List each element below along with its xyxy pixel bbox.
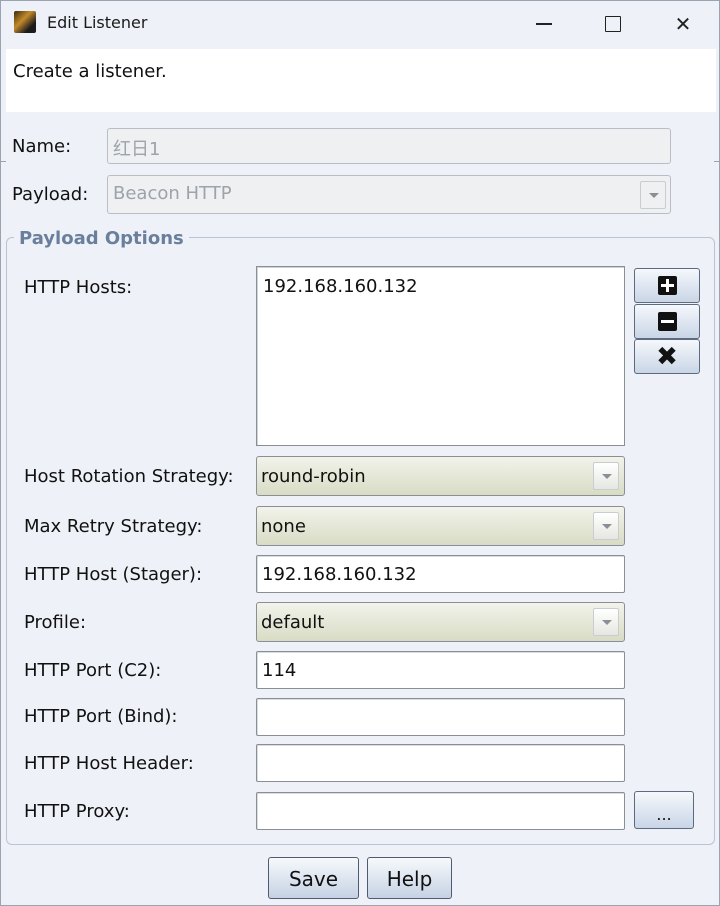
minimize-button[interactable] [510, 1, 578, 47]
close-icon: ✕ [674, 12, 692, 36]
http-hosts-label: HTTP Hosts: [24, 277, 133, 298]
profile-select[interactable]: default [256, 602, 625, 642]
payload-select[interactable]: Beacon HTTP [107, 175, 671, 214]
port-c2-input[interactable]: 114 [256, 651, 625, 689]
proxy-label: HTTP Proxy: [24, 801, 130, 822]
minimize-icon [536, 23, 552, 25]
name-value: 红日1 [113, 139, 161, 160]
description-text: Create a listener. [13, 61, 167, 82]
max-retry-label: Max Retry Strategy: [24, 516, 203, 537]
maximize-icon [605, 16, 621, 32]
profile-value: default [261, 612, 325, 633]
left-separator [1, 161, 6, 162]
proxy-input[interactable] [256, 792, 625, 830]
payload-options-title: Payload Options [14, 228, 189, 249]
clear-hosts-button[interactable]: ✖ [634, 339, 700, 374]
host-rotation-label: Host Rotation Strategy: [24, 466, 234, 487]
close-button[interactable]: ✕ [649, 1, 717, 47]
port-bind-input[interactable] [256, 698, 625, 736]
name-label: Name: [12, 136, 72, 157]
plus-square-icon [657, 276, 677, 295]
stager-host-input[interactable]: 192.168.160.132 [256, 555, 625, 593]
chevron-down-icon [593, 608, 619, 636]
maximize-button[interactable] [579, 1, 647, 47]
title-bar: Edit Listener ✕ [1, 1, 719, 47]
right-separator [714, 161, 719, 162]
payload-label: Payload: [12, 184, 89, 205]
profile-label: Profile: [24, 612, 87, 633]
chevron-down-icon [640, 181, 666, 209]
chevron-down-icon [593, 512, 619, 540]
save-button[interactable]: Save [268, 857, 359, 899]
max-retry-select[interactable]: none [256, 506, 625, 546]
payload-value: Beacon HTTP [113, 183, 232, 204]
chevron-down-icon [593, 462, 619, 490]
edit-listener-window: Edit Listener ✕ Create a listener. Name:… [0, 0, 720, 906]
minus-square-icon [657, 312, 677, 331]
port-c2-label: HTTP Port (C2): [24, 660, 162, 681]
stager-host-label: HTTP Host (Stager): [24, 564, 203, 585]
description-panel: Create a listener. [6, 49, 716, 112]
port-bind-label: HTTP Port (Bind): [24, 706, 178, 727]
stager-host-value: 192.168.160.132 [262, 564, 417, 585]
max-retry-value: none [261, 516, 306, 537]
name-field[interactable]: 红日1 [107, 128, 671, 164]
remove-host-button[interactable] [634, 304, 700, 339]
add-host-button[interactable] [634, 268, 700, 303]
host-rotation-value: round-robin [261, 466, 366, 487]
help-button[interactable]: Help [367, 857, 452, 899]
http-hosts-list[interactable]: 192.168.160.132 [256, 266, 625, 446]
proxy-browse-button[interactable]: ... [634, 791, 694, 829]
host-header-label: HTTP Host Header: [24, 753, 194, 774]
list-item[interactable]: 192.168.160.132 [263, 276, 618, 297]
x-icon: ✖ [656, 341, 678, 372]
app-icon [14, 11, 36, 33]
host-header-input[interactable] [256, 744, 625, 782]
window-title: Edit Listener [47, 13, 148, 32]
port-c2-value: 114 [262, 660, 297, 681]
host-rotation-select[interactable]: round-robin [256, 456, 625, 496]
